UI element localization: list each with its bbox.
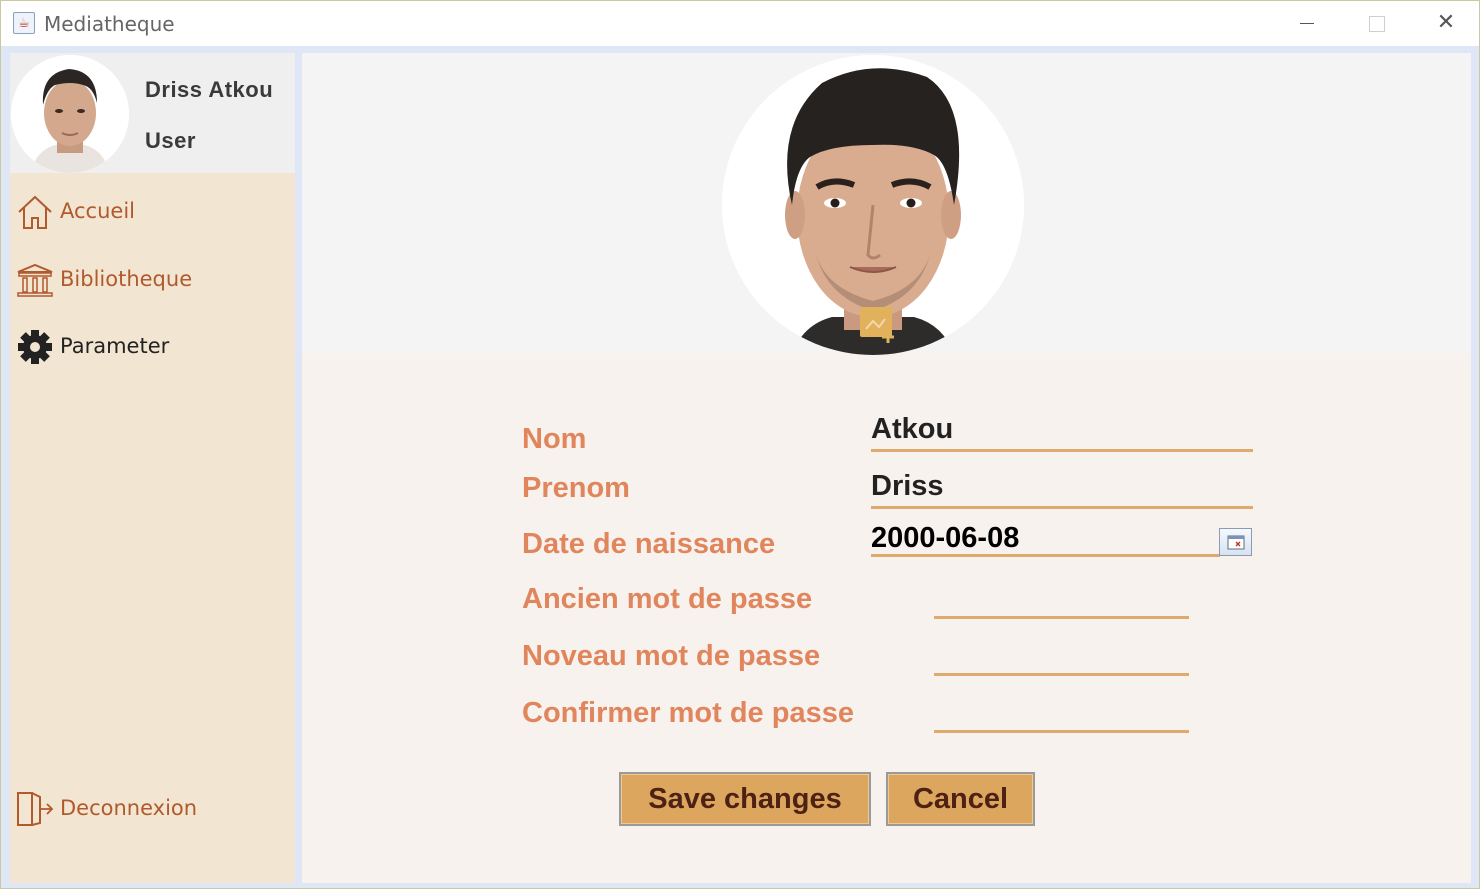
user-profile: Driss Atkou User xyxy=(10,53,295,173)
cancel-button[interactable]: Cancel xyxy=(886,772,1035,826)
prenom-field[interactable] xyxy=(871,467,1253,509)
save-changes-button[interactable]: Save changes xyxy=(619,772,871,826)
sidebar-item-parameter[interactable]: Parameter xyxy=(16,327,286,367)
sidebar-item-label: Parameter xyxy=(60,334,170,358)
add-photo-icon[interactable] xyxy=(858,305,898,345)
avatar xyxy=(11,55,129,173)
prenom-label: Prenom xyxy=(522,472,630,504)
nom-label: Nom xyxy=(522,423,587,455)
birthdate-label: Date de naissance xyxy=(522,528,776,560)
user-role: User xyxy=(145,128,196,153)
sidebar-item-accueil[interactable]: Accueil xyxy=(16,192,286,232)
old-password-label: Ancien mot de passe xyxy=(522,583,813,615)
settings-panel: Nom Prenom Date de naissance Ancien mot … xyxy=(302,53,1471,883)
new-password-field[interactable] xyxy=(934,640,1189,676)
window-title: Mediatheque xyxy=(44,12,175,36)
confirm-password-field[interactable] xyxy=(934,697,1189,733)
calendar-icon xyxy=(1227,535,1245,550)
nom-field[interactable] xyxy=(871,410,1253,452)
home-icon xyxy=(16,194,54,230)
profile-photo-section xyxy=(302,53,1471,355)
date-picker-button[interactable] xyxy=(1219,528,1252,556)
maximize-button[interactable] xyxy=(1356,9,1396,39)
minimize-button[interactable] xyxy=(1287,9,1327,39)
logout-button[interactable]: Deconnexion xyxy=(16,789,286,829)
app-window: ☕ Mediatheque ✕ Driss Atkou User Accueil… xyxy=(0,0,1480,889)
sidebar-item-label: Bibliotheque xyxy=(60,267,193,291)
new-password-label: Noveau mot de passe xyxy=(522,640,821,672)
sidebar-item-label: Accueil xyxy=(60,199,135,223)
title-bar[interactable]: ☕ Mediatheque ✕ xyxy=(1,1,1479,46)
library-icon xyxy=(16,262,54,298)
window-border xyxy=(1,46,1479,53)
birthdate-field[interactable] xyxy=(871,523,1220,557)
user-name: Driss Atkou xyxy=(145,77,274,102)
gear-icon xyxy=(16,329,54,365)
sidebar-item-bibliotheque[interactable]: Bibliotheque xyxy=(16,260,286,300)
old-password-field[interactable] xyxy=(934,583,1189,619)
logout-icon xyxy=(16,791,54,827)
logout-label: Deconnexion xyxy=(60,796,198,820)
close-button[interactable]: ✕ xyxy=(1426,9,1466,39)
java-app-icon: ☕ xyxy=(13,12,35,34)
confirm-password-label: Confirmer mot de passe xyxy=(522,697,854,729)
sidebar: Driss Atkou User Accueil Bibliotheque Pa… xyxy=(10,53,295,883)
